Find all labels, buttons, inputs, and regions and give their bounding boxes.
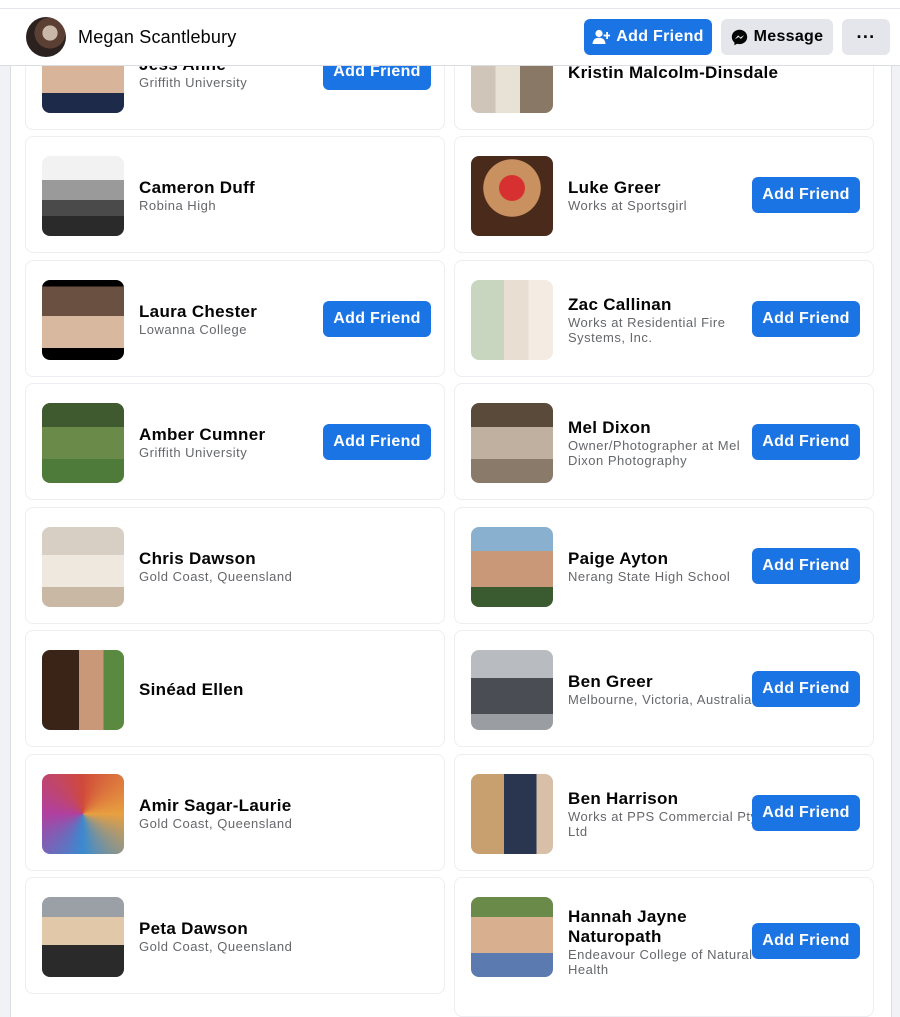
profile-friends-page: Megan Scantlebury Add Friend Message ···… [0,0,900,1017]
friend-subtitle: Owner/Photographer at Mel Dixon Photogra… [568,437,741,468]
friend-card: Peta Dawson Gold Coast, Queensland [25,877,445,994]
friend-photo[interactable] [471,403,553,483]
add-friend-button[interactable]: Add Friend [323,301,431,337]
friends-list-panel: Jess Anne Griffith University Add Friend… [10,13,892,1017]
friend-card: Hannah Jayne Naturopath Endeavour Colleg… [454,877,874,1017]
add-friend-button[interactable]: Add Friend [752,301,860,337]
friend-info: Paige Ayton Nerang State High School [568,508,758,625]
add-friend-button[interactable]: Add Friend [752,177,860,213]
person-plus-icon [592,29,611,45]
friend-subtitle: Works at Sportsgirl [568,198,688,213]
friend-name[interactable]: Ben Greer [568,672,758,692]
more-horizontal-icon: ··· [856,26,876,47]
friend-card: Sinéad Ellen [25,630,445,747]
profile-name[interactable]: Megan Scantlebury [78,27,237,48]
friend-subtitle: Works at Residential Fire Systems, Inc. [568,314,726,345]
friend-name[interactable]: Amber Cumner [139,425,329,445]
friend-info: Laura Chester Lowanna College [139,261,329,378]
friend-info: Zac Callinan Works at Residential Fire S… [568,261,758,378]
friend-subtitle: Griffith University [139,445,248,460]
friend-info: Amber Cumner Griffith University [139,384,329,501]
friend-subtitle: Lowanna College [139,322,247,337]
add-friend-button[interactable]: Add Friend [323,424,431,460]
friend-photo[interactable] [471,280,553,360]
profile-avatar[interactable] [26,17,66,57]
add-friend-button[interactable]: Add Friend [752,424,860,460]
header-more-button[interactable]: ··· [842,19,890,55]
friend-photo[interactable] [42,774,124,854]
friend-name[interactable]: Sinéad Ellen [139,680,329,700]
add-friend-button[interactable]: Add Friend [752,923,860,959]
friend-info: Cameron Duff Robina High [139,137,329,254]
friend-info: Sinéad Ellen [139,631,329,748]
friend-card: Paige Ayton Nerang State High School Add… [454,507,874,624]
friend-name[interactable]: Mel Dixon [568,418,758,438]
friend-name[interactable]: Zac Callinan [568,295,758,315]
friend-photo[interactable] [471,650,553,730]
friend-name[interactable]: Laura Chester [139,302,329,322]
friend-card: Laura Chester Lowanna College Add Friend [25,260,445,377]
friend-name[interactable]: Peta Dawson [139,919,329,939]
add-friend-button[interactable]: Add Friend [752,795,860,831]
friend-info: Ben Harrison Works at PPS Commercial Pty… [568,755,758,872]
friend-subtitle: Works at PPS Commercial Pty Ltd [568,808,758,839]
friend-photo[interactable] [471,774,553,854]
header-add-friend-label: Add Friend [616,28,704,45]
friend-card: Chris Dawson Gold Coast, Queensland [25,507,445,624]
friend-subtitle: Melbourne, Victoria, Australia [568,692,752,707]
friend-info: Peta Dawson Gold Coast, Queensland [139,878,329,995]
friend-subtitle: Gold Coast, Queensland [139,939,293,954]
friend-photo[interactable] [42,897,124,977]
profile-header-bar: Megan Scantlebury Add Friend Message ··· [0,8,900,66]
friend-name[interactable]: Hannah Jayne Naturopath [568,907,758,947]
friend-card: Luke Greer Works at Sportsgirl Add Frien… [454,136,874,253]
top-strip [0,0,900,8]
friend-card: Amir Sagar-Laurie Gold Coast, Queensland [25,754,445,871]
friend-subtitle: Robina High [139,198,217,213]
friend-subtitle: Gold Coast, Queensland [139,569,293,584]
friend-photo[interactable] [471,527,553,607]
friend-name[interactable]: Paige Ayton [568,549,758,569]
friend-subtitle: Endeavour College of Natural Health [568,946,753,977]
friend-photo[interactable] [42,650,124,730]
friend-name[interactable]: Luke Greer [568,178,758,198]
add-friend-button[interactable]: Add Friend [752,548,860,584]
friend-info: Chris Dawson Gold Coast, Queensland [139,508,329,625]
friend-card: Zac Callinan Works at Residential Fire S… [454,260,874,377]
friend-card: Cameron Duff Robina High [25,136,445,253]
friend-info: Luke Greer Works at Sportsgirl [568,137,758,254]
friend-photo[interactable] [471,897,553,977]
friend-subtitle: Nerang State High School [568,569,731,584]
friend-photo[interactable] [42,156,124,236]
friend-name[interactable]: Amir Sagar-Laurie [139,796,329,816]
friend-photo[interactable] [42,280,124,360]
friend-photo[interactable] [42,403,124,483]
friend-info: Hannah Jayne Naturopath Endeavour Colleg… [568,883,758,1000]
header-message-label: Message [753,28,824,45]
friend-info: Mel Dixon Owner/Photographer at Mel Dixo… [568,384,758,501]
friend-subtitle: Griffith University [139,75,248,90]
friend-info: Ben Greer Melbourne, Victoria, Australia [568,631,758,748]
friend-card: Mel Dixon Owner/Photographer at Mel Dixo… [454,383,874,500]
friend-name[interactable]: Ben Harrison [568,789,758,809]
header-message-button[interactable]: Message [721,19,833,55]
friend-subtitle: Gold Coast, Queensland [139,816,293,831]
friend-info: Amir Sagar-Laurie Gold Coast, Queensland [139,755,329,872]
friend-photo[interactable] [42,527,124,607]
add-friend-button[interactable]: Add Friend [752,671,860,707]
friend-card: Ben Greer Melbourne, Victoria, Australia… [454,630,874,747]
friend-name[interactable]: Chris Dawson [139,549,329,569]
friend-photo[interactable] [471,156,553,236]
friend-card: Ben Harrison Works at PPS Commercial Pty… [454,754,874,871]
header-add-friend-button[interactable]: Add Friend [584,19,712,55]
friend-name[interactable]: Cameron Duff [139,178,329,198]
friend-card: Amber Cumner Griffith University Add Fri… [25,383,445,500]
messenger-icon [731,29,748,46]
